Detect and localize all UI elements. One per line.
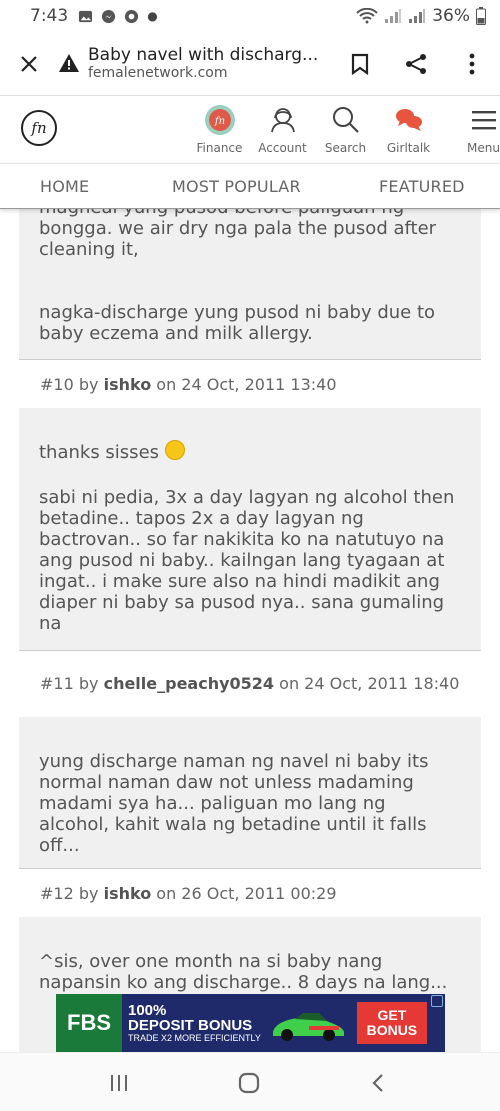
- thread-content: magheal yung pusod before paliguan ng bo…: [0, 209, 500, 1052]
- nav-menu[interactable]: Menu: [452, 101, 500, 155]
- status-bar: 7:43 ● 36%: [0, 0, 500, 32]
- nav-account-label: Account: [258, 141, 307, 155]
- kebab-menu-icon: [469, 53, 475, 74]
- battery-icon: [476, 7, 486, 25]
- post-number: #12: [40, 883, 74, 903]
- recent-apps-icon: [111, 1075, 127, 1091]
- signal-2-icon: [409, 9, 426, 23]
- nav-finance-label: Finance: [196, 141, 243, 155]
- tab-most-popular[interactable]: MOST POPULAR: [172, 177, 301, 196]
- share-icon: [406, 53, 426, 74]
- post-meta: #11 by chelle_peachy0524 on 24 Oct, 2011…: [0, 651, 500, 717]
- post-body: yung discharge naman ng navel ni baby it…: [19, 717, 481, 869]
- post-author[interactable]: ishko: [104, 884, 152, 903]
- signal-icon: [385, 9, 402, 23]
- post-paragraph: magheal yung pusod before paliguan ng bo…: [39, 209, 437, 260]
- post-by: by: [78, 374, 99, 394]
- post-meta: #10 by ishko on 24 Oct, 2011 13:40: [0, 360, 500, 408]
- recent-apps-button[interactable]: [107, 1071, 131, 1095]
- svg-text:fn: fn: [213, 116, 224, 127]
- close-tab-button[interactable]: [0, 54, 58, 74]
- post-paragraph: ^sis, over one month na si baby nang nap…: [39, 951, 448, 993]
- nav-girltalk[interactable]: Girltalk: [377, 101, 440, 155]
- logo-text: fn: [31, 119, 47, 137]
- close-icon: [21, 55, 37, 72]
- tab-home[interactable]: HOME: [40, 177, 89, 196]
- notification-dot-icon: ●: [147, 9, 158, 23]
- nav-girltalk-label: Girltalk: [386, 141, 431, 155]
- bookmark-icon: [351, 53, 369, 75]
- page-title: Baby navel with discharg...: [88, 44, 319, 65]
- search-icon: [332, 107, 359, 133]
- post-date: on 24 Oct, 2011 18:40: [279, 674, 460, 693]
- browser-toolbar: Baby navel with discharg... femalenetwor…: [0, 32, 500, 96]
- post-paragraph-wrap: thanks sisses: [39, 440, 461, 463]
- share-button[interactable]: [388, 52, 444, 76]
- sports-car-icon: [272, 1013, 344, 1041]
- post-number: #11: [40, 674, 74, 693]
- ad-cta-2: BONUS: [366, 1022, 418, 1038]
- battery-percent: 36%: [432, 6, 470, 26]
- system-nav-bar: [0, 1052, 500, 1111]
- ad-cta-button[interactable]: GET BONUS: [356, 1002, 427, 1044]
- ad-info-icon[interactable]: [431, 995, 443, 1007]
- post-meta: #12 by ishko on 26 Oct, 2011 00:29: [0, 869, 500, 917]
- messenger-icon: [102, 9, 116, 23]
- nav-search-label: Search: [324, 141, 367, 155]
- section-tabs: HOME MOST POPULAR FEATURED: [0, 163, 500, 209]
- home-button[interactable]: [237, 1071, 261, 1095]
- post-author[interactable]: chelle_peachy0524: [104, 674, 274, 693]
- warning-icon: [59, 54, 79, 73]
- post-author[interactable]: ishko: [104, 375, 152, 394]
- post-paragraph: yung discharge naman ng navel ni baby it…: [39, 751, 429, 856]
- ad-brand: FBS: [56, 994, 122, 1052]
- url-box[interactable]: Baby navel with discharg... femalenetwor…: [58, 44, 332, 82]
- ad-cta-1: GET: [377, 1006, 407, 1023]
- nav-menu-label: Menu: [467, 141, 500, 155]
- ad-line-3: TRADE X2 MORE EFFICIENTLY: [128, 1033, 261, 1044]
- post-body: magheal yung pusod before paliguan ng bo…: [19, 209, 481, 360]
- page-domain: femalenetwork.com: [88, 65, 228, 82]
- wifi-icon: [356, 8, 378, 24]
- status-time: 7:43: [30, 6, 69, 26]
- account-icon: [270, 108, 295, 133]
- ad-line-2: DEPOSIT BONUS: [128, 1017, 253, 1035]
- gallery-icon: [79, 10, 93, 22]
- post-by: by: [78, 883, 99, 903]
- post-date: on 24 Oct, 2011 13:40: [156, 374, 337, 394]
- hamburger-icon: [471, 111, 496, 130]
- nav-account[interactable]: Account: [251, 101, 314, 155]
- smiley-emoji-icon: [165, 440, 186, 460]
- more-options-button[interactable]: [444, 53, 500, 75]
- chat-bubbles-icon: [395, 109, 422, 131]
- post-by: by: [78, 674, 99, 693]
- back-icon: [372, 1074, 383, 1092]
- ad-line-1: 100%: [128, 1001, 167, 1019]
- chrome-icon: [125, 9, 139, 23]
- post-number: #10: [40, 374, 74, 394]
- bookmark-button[interactable]: [332, 53, 388, 75]
- site-logo[interactable]: fn: [21, 110, 57, 146]
- post-paragraph: thanks sisses: [39, 442, 160, 463]
- site-header: fn fn Finance Account Search Girltalk Me…: [0, 97, 500, 163]
- back-button[interactable]: [366, 1071, 390, 1095]
- home-icon: [238, 1072, 260, 1094]
- post-paragraph: nagka-discharge yung pusod ni baby due t…: [39, 302, 436, 344]
- ad-banner[interactable]: FBS 100% DEPOSIT BONUS TRADE X2 MORE EFF…: [56, 994, 445, 1052]
- tab-featured[interactable]: FEATURED: [379, 177, 465, 196]
- post-body: thanks sisses sabi ni pedia, 3x a day la…: [19, 408, 481, 651]
- post-paragraph: sabi ni pedia, 3x a day lagyan ng alcoho…: [39, 487, 455, 634]
- nav-finance[interactable]: fn Finance: [188, 101, 251, 155]
- nav-search[interactable]: Search: [314, 101, 377, 155]
- fn-circle-icon: fn: [204, 105, 235, 135]
- post-date: on 26 Oct, 2011 00:29: [156, 883, 337, 903]
